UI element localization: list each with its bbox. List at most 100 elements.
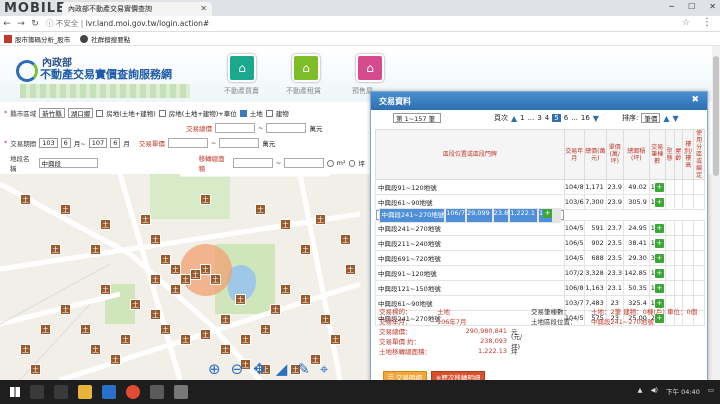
property-marker-icon[interactable]: 土 [345, 264, 356, 275]
table-row[interactable]: 中興段91~120地號 107/2 3,328 23.3 142.85 1 + [375, 265, 705, 281]
from-month-select[interactable]: 6 [60, 138, 71, 148]
back-icon[interactable]: ← [0, 19, 14, 29]
store-icon[interactable] [150, 385, 164, 399]
maximize-icon[interactable]: ☐ [688, 2, 695, 11]
total-price-min-input[interactable] [215, 123, 255, 133]
page-link[interactable]: 16 [581, 114, 590, 122]
property-marker-icon[interactable]: 土 [255, 204, 266, 215]
column-header[interactable]: 交易筆棟數 [648, 129, 666, 180]
property-marker-icon[interactable]: 土 [100, 284, 111, 295]
property-marker-icon[interactable]: 土 [235, 294, 246, 305]
property-marker-icon[interactable]: 土 [20, 344, 31, 355]
type-house-land-checkbox[interactable] [96, 109, 104, 117]
expand-row-icon[interactable]: + [543, 208, 553, 218]
total-price-max-input[interactable] [266, 123, 307, 133]
property-marker-icon[interactable]: 土 [210, 274, 221, 285]
page-scrollbar[interactable] [712, 46, 720, 380]
unit-m2-radio[interactable] [326, 159, 334, 167]
property-marker-icon[interactable]: 土 [300, 244, 311, 255]
property-marker-icon[interactable]: 土 [340, 234, 351, 245]
from-year-select[interactable]: 103 [39, 138, 58, 148]
property-marker-icon[interactable]: 土 [160, 324, 171, 335]
table-row[interactable]: 中興段91~120地號 104/8 1,171 23.9 49.02 1 + [375, 179, 705, 195]
expand-row-icon[interactable]: + [654, 253, 664, 263]
property-marker-icon[interactable]: 土 [140, 214, 151, 225]
pan-icon[interactable]: ✥ [253, 360, 266, 378]
column-header[interactable]: 總面積(坪) [622, 129, 650, 180]
property-marker-icon[interactable]: 土 [90, 344, 101, 355]
area-min-input[interactable] [233, 158, 273, 168]
column-header[interactable]: 使用分區或編定 [693, 129, 705, 180]
table-row[interactable]: 中興段241~270地號 104/5 591 23.7 24.95 1 + [375, 220, 705, 236]
page-link[interactable]: 3 [537, 114, 541, 122]
road-input[interactable]: 中興段 [38, 158, 98, 168]
column-header[interactable]: 屋齡 [673, 129, 684, 180]
network-icon[interactable]: ▲ [637, 386, 642, 396]
expand-row-icon[interactable]: + [654, 223, 664, 233]
bookmark-star-icon[interactable]: ☆ [682, 18, 690, 28]
sort-asc-icon[interactable]: ▲ [663, 114, 669, 123]
expand-row-icon[interactable]: + [654, 197, 664, 207]
city-select[interactable]: 新竹縣 [39, 108, 65, 118]
app-icon[interactable] [174, 385, 188, 399]
column-header[interactable]: 交易年月 [563, 129, 585, 180]
next-page-icon[interactable]: ▼ [593, 114, 599, 123]
to-year-select[interactable]: 107 [88, 138, 108, 148]
scrollbar-thumb[interactable] [713, 56, 719, 176]
minimize-icon[interactable]: ─ [669, 2, 674, 11]
property-marker-icon[interactable]: 土 [330, 334, 341, 345]
page-link[interactable]: 4 [545, 114, 549, 122]
column-header[interactable]: 型態 [664, 129, 675, 180]
nav-sale-label[interactable]: 不動產買賣 [224, 86, 259, 96]
to-month-select[interactable]: 6 [110, 138, 121, 148]
nav-sale-icon[interactable]: ⌂ [228, 54, 256, 82]
property-marker-icon[interactable]: 土 [300, 294, 311, 305]
close-tab-icon[interactable]: ✕ [200, 4, 207, 13]
clock[interactable]: 下午 04:40 [666, 386, 700, 396]
property-marker-icon[interactable]: 土 [110, 354, 121, 365]
sort-select[interactable]: 筆價 [641, 113, 661, 123]
reload-icon[interactable]: ↻ [28, 19, 42, 29]
property-marker-icon[interactable]: 土 [90, 244, 101, 255]
type-land-checkbox[interactable] [239, 109, 247, 117]
close-icon[interactable]: ✖ [691, 95, 699, 105]
property-marker-icon[interactable]: 土 [280, 284, 291, 295]
property-marker-icon[interactable]: 土 [50, 244, 61, 255]
property-marker-icon[interactable]: 土 [150, 309, 161, 320]
property-marker-icon[interactable]: 土 [150, 274, 161, 285]
unit-price-max-input[interactable] [219, 138, 260, 148]
task-view-icon[interactable] [54, 385, 68, 399]
bookmark-item[interactable]: 股市籌碼分析_股市 [4, 34, 70, 44]
property-marker-icon[interactable]: 土 [120, 334, 131, 345]
nav-rent-label[interactable]: 不動產租賃 [286, 86, 321, 96]
property-marker-icon[interactable]: 土 [60, 304, 71, 315]
forward-icon[interactable]: → [14, 19, 28, 29]
table-row[interactable]: 中興段241~270地號 106/7 29,099 23.8 1,222.1 1 + [375, 207, 565, 223]
sort-desc-icon[interactable]: ▼ [672, 114, 678, 123]
property-marker-icon[interactable]: 土 [220, 344, 231, 355]
record-range-select[interactable]: 第 1~157 筆 [393, 113, 441, 123]
area-max-input[interactable] [284, 158, 324, 168]
column-header[interactable]: 區段位置或區段門牌 [375, 129, 565, 180]
table-row[interactable]: 中興段211~240地號 106/5 902 23.5 38.41 1 + [375, 235, 705, 251]
property-marker-icon[interactable]: 土 [130, 299, 141, 310]
property-marker-icon[interactable]: 土 [60, 204, 71, 215]
locate-icon[interactable]: ⌖ [320, 360, 328, 378]
draw-icon[interactable]: ✎ [297, 360, 310, 378]
type-parking-checkbox[interactable] [158, 109, 166, 117]
property-marker-icon[interactable]: 土 [270, 304, 281, 315]
property-marker-icon[interactable]: 土 [150, 234, 161, 245]
type-building-checkbox[interactable] [265, 109, 273, 117]
property-marker-icon[interactable]: 土 [40, 324, 51, 335]
column-header[interactable]: 樓別/樓高 [682, 129, 695, 180]
browser-tab[interactable]: 內政部不動產交易實價查詢 ✕ [62, 2, 212, 16]
column-header[interactable]: 總價(萬元) [583, 129, 607, 180]
nav-presale-icon[interactable]: ⌂ [356, 54, 384, 82]
nav-rent-icon[interactable]: ⌂ [292, 54, 320, 82]
zoom-out-icon[interactable]: ⊖ [231, 360, 244, 378]
volume-icon[interactable]: ◀) [650, 386, 658, 396]
property-marker-icon[interactable]: 土 [280, 219, 291, 230]
property-marker-icon[interactable]: 土 [200, 194, 211, 205]
chrome-icon[interactable] [126, 385, 140, 399]
page-link[interactable]: 6 [564, 114, 568, 122]
